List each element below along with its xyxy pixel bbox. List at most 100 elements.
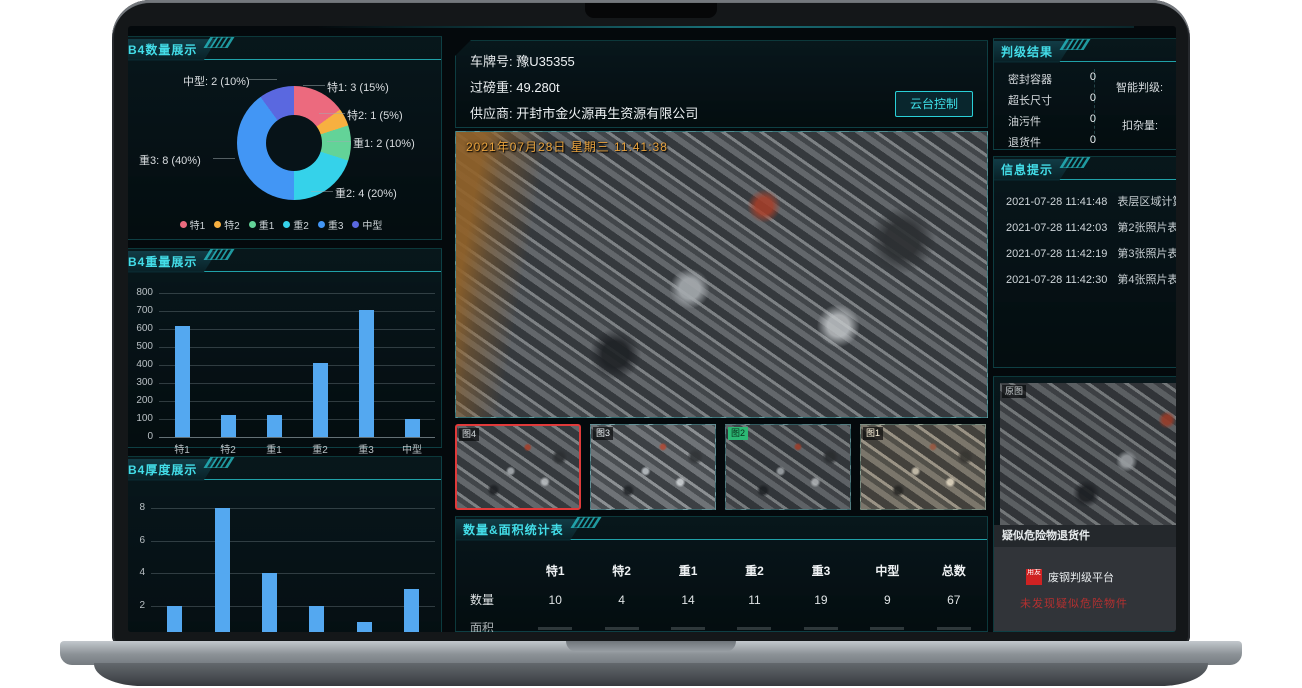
legend-item: 特1	[180, 217, 206, 232]
plate-line: 车牌号: 豫U35355	[456, 49, 987, 75]
col-header: 特2	[588, 556, 654, 586]
donut-callout: 中型: 2 (10%)	[183, 73, 250, 89]
stats-table-title: 数量&面积统计表	[456, 519, 584, 541]
callout-leader-line	[249, 79, 277, 80]
col-header: 中型	[854, 556, 920, 586]
quantity-panel-title: B4数量展示	[128, 39, 217, 61]
table-cell	[522, 614, 588, 632]
plate-label: 车牌号:	[470, 54, 513, 69]
legend-item: 中型	[352, 217, 382, 232]
callout-leader-line	[213, 158, 235, 159]
ptz-control-button[interactable]: 云台控制	[895, 91, 973, 117]
platform-logo-icon: 用友	[1026, 569, 1042, 585]
grading-divider	[1094, 69, 1095, 139]
review-body: 用友 废钢判级平台 未发现疑似危险物件	[994, 547, 1176, 631]
legend-dot	[283, 221, 290, 228]
legend-item: 重2	[283, 217, 309, 232]
table-cell	[854, 614, 920, 632]
stats-table-header: 数量&面积统计表	[456, 517, 987, 540]
table-cell: 14	[655, 586, 721, 614]
laptop-mockup: B4数量展示 特1: 3 (15%) 特2: 1 (5%) 重1: 2 (10%…	[0, 0, 1302, 688]
photo-thumbnail-4[interactable]: 图1	[860, 424, 986, 510]
donut-callout: 重2: 4 (20%)	[335, 185, 397, 201]
original-image-badge: 原图	[1002, 385, 1026, 398]
callout-leader-line	[319, 113, 345, 114]
dashboard-screen: B4数量展示 特1: 3 (15%) 特2: 1 (5%) 重1: 2 (10%…	[128, 26, 1176, 632]
photo-thumbnail-2[interactable]: 图3	[590, 424, 716, 510]
donut-callout: 重1: 2 (10%)	[353, 135, 415, 151]
stats-table: 特1 特2 重1 重2 重3 中型 总数 数量 10 4 14 11 19 9 …	[456, 556, 987, 614]
camera-timestamp-overlay: 2021年07月28日 星期三 11:41:38	[466, 138, 668, 155]
review-original-image[interactable]: 原图	[1000, 383, 1176, 525]
danger-alert-text: 未发现疑似危险物件	[1020, 595, 1128, 611]
quantity-donut-chart	[237, 86, 351, 200]
weigh-value: 49.280t	[516, 80, 559, 95]
grading-panel-header: 判级结果	[994, 39, 1176, 62]
legend-item: 重1	[249, 217, 275, 232]
supplier-value: 开封市金火源再生资源有限公司	[516, 106, 698, 121]
message-panel-title: 信息提示	[994, 159, 1073, 181]
callout-leader-line	[303, 85, 325, 86]
table-cell: 9	[854, 586, 920, 614]
grading-panel-title: 判级结果	[994, 41, 1073, 63]
live-camera-feed[interactable]: 2021年07月28日 星期三 11:41:38	[455, 131, 988, 418]
legend-item: 特2	[214, 217, 240, 232]
info-message-panel: 信息提示 2021-07-28 11:41:48表层区域计算成 2021-07-…	[993, 156, 1176, 368]
laptop-bottom	[94, 663, 1208, 686]
donut-callout: 重3: 8 (40%)	[139, 152, 201, 168]
quantity-panel: B4数量展示 特1: 3 (15%) 特2: 1 (5%) 重1: 2 (10%…	[128, 36, 442, 240]
weigh-label: 过磅重:	[470, 80, 513, 95]
platform-name: 废钢判级平台	[1048, 569, 1114, 585]
header-decoration	[204, 37, 235, 48]
platform-logo-row: 用友 废钢判级平台	[1026, 569, 1114, 585]
thickness-panel-header: B4厚度展示	[128, 457, 441, 480]
table-cell: 19	[788, 586, 854, 614]
donut-callout: 特1: 3 (15%)	[327, 79, 389, 95]
table-cell: 4	[588, 586, 654, 614]
table-cell	[655, 614, 721, 632]
row-label: 面积	[456, 614, 522, 632]
grading-item: 超长尺寸0	[1008, 92, 1096, 108]
table-cell	[921, 614, 987, 632]
vehicle-info-panel: 车牌号: 豫U35355 过磅重: 49.280t 供应商: 开封市金火源再生资…	[455, 40, 988, 128]
legend-dot	[352, 221, 359, 228]
donut-callout: 特2: 1 (5%)	[347, 107, 403, 123]
thumbnail-badge: 图3	[593, 427, 613, 440]
header-decoration	[204, 249, 235, 260]
table-cell	[788, 614, 854, 632]
header-decoration	[570, 517, 601, 528]
thumbnail-badge: 图2	[728, 427, 748, 440]
grading-item: 退货件0	[1008, 134, 1096, 150]
log-entry: 2021-07-28 11:42:19第3张照片表层开	[1006, 245, 1176, 261]
legend-dot	[318, 221, 325, 228]
message-panel-header: 信息提示	[994, 157, 1176, 180]
weight-panel-title: B4重量展示	[128, 251, 217, 273]
stats-table-row-clipped: 面积	[456, 614, 987, 632]
stats-table-panel: 数量&面积统计表 特1 特2 重1 重2 重3 中型 总数 数量 10 4 14…	[455, 516, 988, 632]
smart-grading-label: 智能判级:	[1116, 79, 1163, 95]
col-header: 重2	[721, 556, 787, 586]
row-label: 数量	[456, 586, 522, 614]
photo-thumbnail-1[interactable]: 图4	[455, 424, 581, 510]
grading-result-panel: 判级结果 密封容器0 超长尺寸0 油污件0 退货件0 智能判级: 扣杂量:	[993, 38, 1176, 150]
grading-item: 密封容器0	[1008, 71, 1096, 87]
thickness-panel: B4厚度展示 2468特1特2重1重2重3中型	[128, 456, 442, 632]
log-entry: 2021-07-28 11:42:30第4张照片表层开	[1006, 271, 1176, 287]
col-header: 总数	[921, 556, 987, 586]
weight-panel-header: B4重量展示	[128, 249, 441, 272]
log-entry: 2021-07-28 11:42:03第2张照片表层开	[1006, 219, 1176, 235]
col-header: 重3	[788, 556, 854, 586]
review-panel: 原图 疑似危险物退货件 用友 废钢判级平台 未发现疑似危险物件	[993, 376, 1176, 632]
photo-thumbnail-3[interactable]: 图2	[725, 424, 851, 510]
callout-leader-line	[327, 141, 351, 142]
review-caption: 疑似危险物退货件	[994, 525, 1176, 547]
table-cell	[721, 614, 787, 632]
table-cell: 10	[522, 586, 588, 614]
thickness-bar-chart: 2468特1特2重1重2重3中型	[128, 479, 441, 632]
photo-texture	[456, 132, 987, 417]
header-decoration	[1060, 39, 1091, 50]
col-header: 重1	[655, 556, 721, 586]
thickness-panel-title: B4厚度展示	[128, 459, 217, 481]
log-entry: 2021-07-28 11:41:48表层区域计算成	[1006, 193, 1176, 209]
callout-leader-line	[311, 191, 333, 192]
